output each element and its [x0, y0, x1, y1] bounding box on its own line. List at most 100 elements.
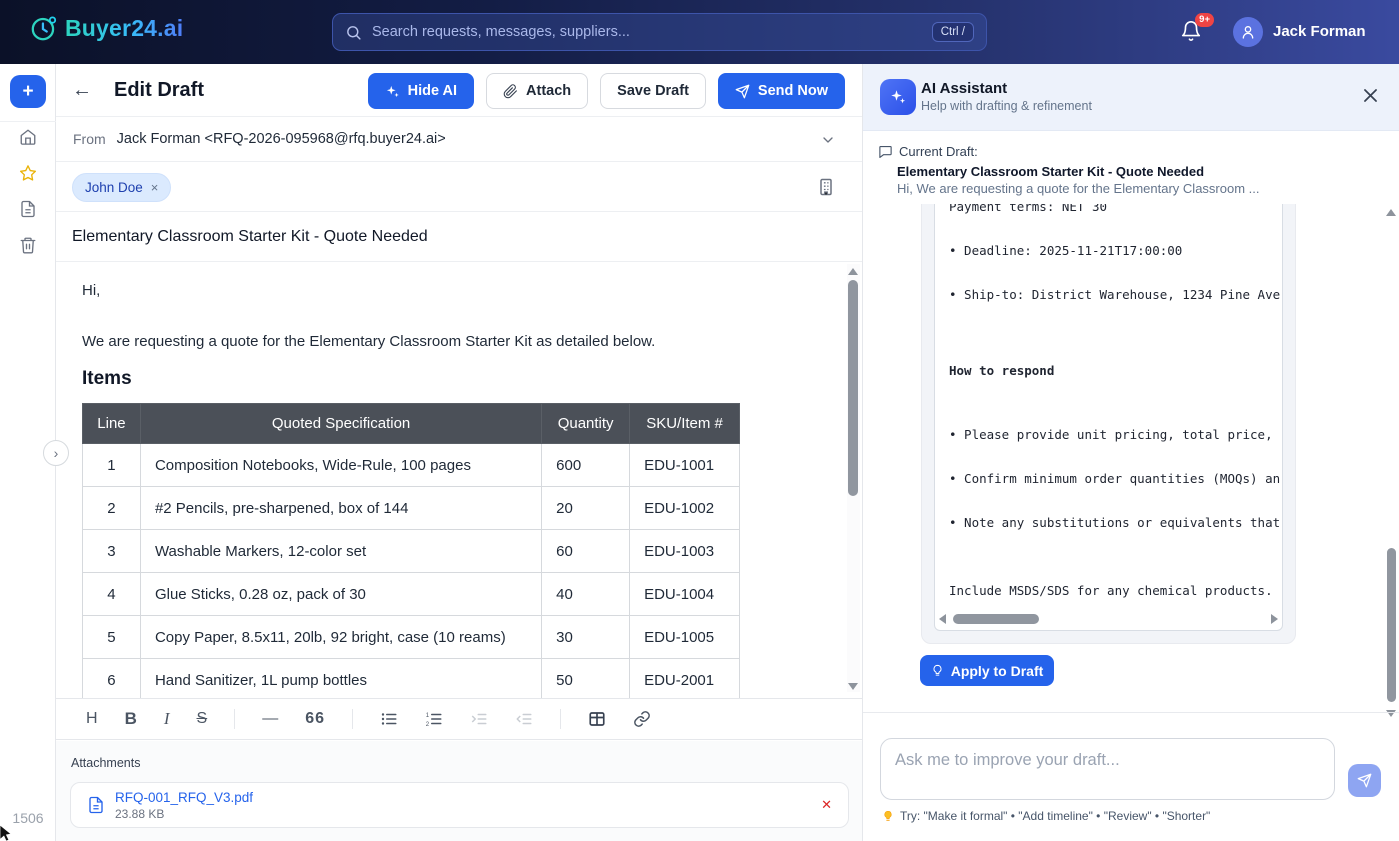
ai-message-scroll-area[interactable]: Payment terms: NET 30 • Deadline: 2025-1…	[863, 204, 1399, 712]
table-row: 6 Hand Sanitizer, 1L pump bottles 50 EDU…	[83, 659, 740, 699]
page-title: Edit Draft	[114, 79, 204, 102]
home-icon	[19, 128, 37, 146]
cell-spec: Glue Sticks, 0.28 oz, pack of 30	[140, 573, 541, 616]
lightbulb-icon	[882, 810, 894, 822]
save-draft-button[interactable]: Save Draft	[600, 73, 706, 109]
scrollbar-thumb[interactable]	[953, 614, 1039, 624]
paperclip-icon	[503, 84, 518, 99]
ai-panel-scrollbar[interactable]	[1386, 207, 1397, 717]
current-draft-preview: Hi, We are requesting a quote for the El…	[897, 181, 1259, 196]
ai-panel-subtitle: Help with drafting & refinement	[921, 99, 1092, 113]
notifications-button[interactable]: 9+	[1180, 20, 1204, 44]
scroll-down-arrow[interactable]	[848, 683, 858, 690]
scroll-left-arrow[interactable]	[939, 614, 946, 624]
attach-button[interactable]: Attach	[486, 73, 588, 109]
company-directory-icon[interactable]	[816, 177, 836, 197]
remove-recipient-icon[interactable]: ×	[151, 180, 159, 195]
hide-ai-button[interactable]: Hide AI	[368, 73, 474, 109]
user-name[interactable]: Jack Forman	[1273, 23, 1366, 40]
scrollbar-thumb[interactable]	[1387, 548, 1396, 702]
remove-attachment-button[interactable]: ✕	[821, 797, 832, 813]
back-button[interactable]: ←	[72, 79, 92, 102]
body-scrollbar[interactable]	[847, 264, 860, 692]
sidebar-item-drafts[interactable]	[19, 200, 37, 218]
ai-draft-code-block[interactable]: Payment terms: NET 30 • Deadline: 2025-1…	[934, 204, 1283, 631]
cell-sku: EDU-1004	[630, 573, 740, 616]
new-item-button[interactable]: +	[10, 75, 46, 108]
sparkles-icon	[889, 88, 907, 106]
from-row[interactable]: From Jack Forman <RFQ-2026-095968@rfq.bu…	[56, 117, 862, 162]
ai-input-zone: Try: "Make it formal" • "Add timeline" •…	[863, 712, 1399, 841]
outdent-button[interactable]	[515, 710, 533, 728]
scrollbar-thumb[interactable]	[848, 280, 858, 496]
scroll-up-arrow[interactable]	[848, 268, 858, 275]
toolbar-divider	[560, 709, 561, 729]
brand-logo[interactable]: Buyer24.ai	[30, 15, 183, 42]
close-ai-panel-button[interactable]	[1361, 86, 1380, 108]
blockquote-button[interactable]: 66	[305, 710, 325, 728]
bullet-list-button[interactable]	[380, 710, 398, 728]
draft-line-msds: Include MSDS/SDS for any chemical produc…	[949, 582, 1268, 600]
cell-sku: EDU-1001	[630, 444, 740, 487]
horizontal-rule-button[interactable]: —	[262, 710, 278, 728]
ai-prompt-input[interactable]	[880, 738, 1335, 800]
mouse-cursor	[0, 825, 16, 841]
sidebar-item-trash[interactable]	[19, 236, 37, 254]
send-icon	[1357, 773, 1372, 788]
ai-send-button[interactable]	[1348, 764, 1381, 797]
chevron-down-icon[interactable]	[820, 132, 836, 148]
outdent-icon	[515, 710, 533, 728]
send-now-button[interactable]: Send Now	[718, 73, 845, 109]
attachment-file-size: 23.88 KB	[115, 807, 253, 821]
table-row: 1 Composition Notebooks, Wide-Rule, 100 …	[83, 444, 740, 487]
italic-button[interactable]: I	[164, 709, 170, 729]
table-row: 2 #2 Pencils, pre-sharpened, box of 144 …	[83, 487, 740, 530]
indent-button[interactable]	[470, 710, 488, 728]
ai-assistant-panel: AI Assistant Help with drafting & refine…	[862, 64, 1399, 841]
cell-line: 2	[83, 487, 141, 530]
strikethrough-button[interactable]: S	[197, 710, 208, 728]
numbered-list-button[interactable]: 1 2	[425, 710, 443, 728]
cell-sku: EDU-2001	[630, 659, 740, 699]
recipients-row[interactable]: John Doe ×	[56, 163, 862, 212]
ai-panel-header: AI Assistant Help with drafting & refine…	[863, 64, 1399, 131]
cell-qty: 60	[542, 530, 630, 573]
svg-text:2: 2	[426, 722, 430, 728]
attachment-file-name[interactable]: RFQ-001_RFQ_V3.pdf	[115, 790, 253, 805]
horizontal-scrollbar[interactable]	[939, 613, 1278, 625]
link-icon	[633, 710, 651, 728]
sidebar-item-starred[interactable]	[19, 164, 37, 182]
cell-line: 1	[83, 444, 141, 487]
cell-spec: Composition Notebooks, Wide-Rule, 100 pa…	[140, 444, 541, 487]
pdf-file-icon	[87, 796, 105, 814]
header-spec: Quoted Specification	[140, 404, 541, 444]
search-icon	[345, 24, 362, 41]
email-body-editor[interactable]: Hi, We are requesting a quote for the El…	[56, 262, 862, 698]
cell-sku: EDU-1002	[630, 487, 740, 530]
attachment-item[interactable]: RFQ-001_RFQ_V3.pdf 23.88 KB ✕	[70, 782, 849, 828]
global-search[interactable]: Ctrl /	[332, 13, 987, 51]
scroll-right-arrow[interactable]	[1271, 614, 1278, 624]
insert-table-button[interactable]	[588, 710, 606, 728]
hide-ai-label: Hide AI	[408, 83, 457, 99]
subject-row[interactable]: Elementary Classroom Starter Kit - Quote…	[56, 212, 862, 262]
search-input[interactable]	[372, 24, 932, 40]
scroll-up-arrow[interactable]	[1386, 209, 1396, 216]
cell-qty: 50	[542, 659, 630, 699]
body-greeting: Hi,	[82, 282, 100, 299]
heading-button[interactable]: H	[86, 710, 98, 728]
draft-line-payment: Payment terms: NET 30	[949, 204, 1268, 216]
table-icon	[588, 710, 606, 728]
sidebar-item-home[interactable]	[19, 128, 37, 146]
insert-link-button[interactable]	[633, 710, 651, 728]
recipient-name: John Doe	[85, 180, 143, 195]
subject-input[interactable]: Elementary Classroom Starter Kit - Quote…	[72, 228, 428, 246]
apply-to-draft-button[interactable]: Apply to Draft	[920, 655, 1054, 686]
user-avatar[interactable]	[1233, 17, 1263, 47]
save-draft-label: Save Draft	[617, 83, 689, 99]
send-now-label: Send Now	[758, 83, 828, 99]
sidebar-collapse-toggle[interactable]: ›	[43, 440, 69, 466]
bold-button[interactable]: B	[125, 709, 137, 729]
recipient-chip[interactable]: John Doe ×	[72, 173, 171, 202]
star-icon	[19, 164, 37, 182]
